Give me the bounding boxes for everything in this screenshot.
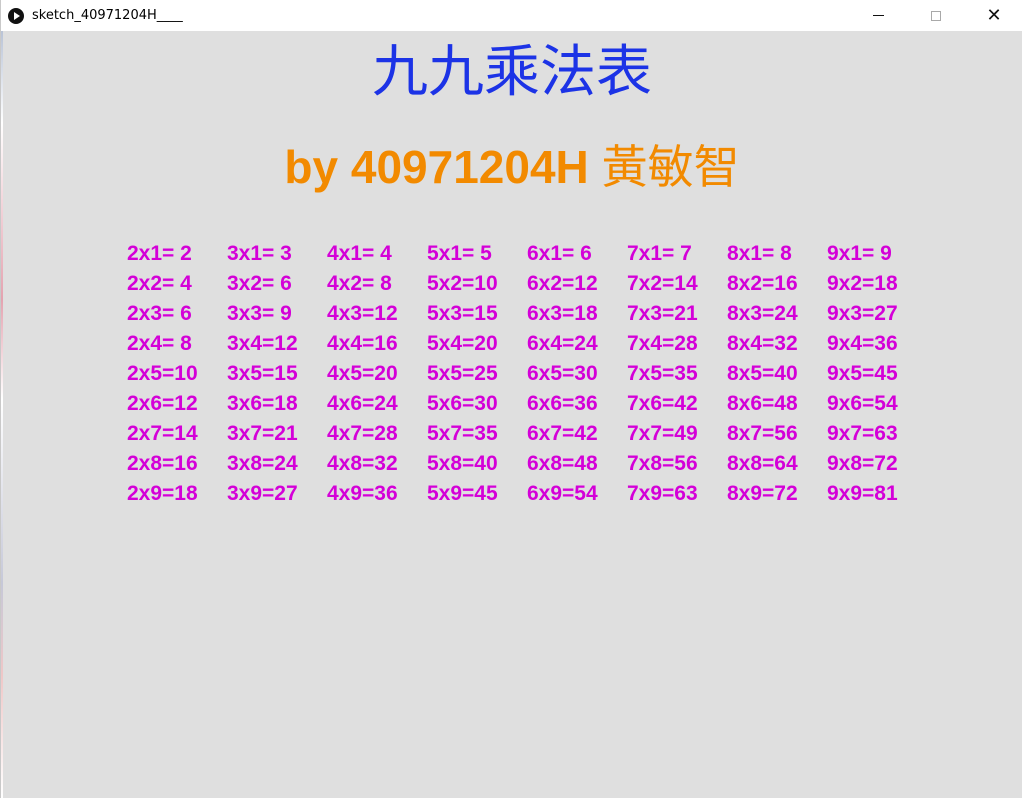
multiplication-entry: 9x5=45 [827, 362, 898, 385]
multiplication-entry: 6x6=36 [527, 392, 598, 415]
multiplication-entry: 2x4= 8 [127, 332, 192, 355]
multiplication-entry: 2x1= 2 [127, 242, 192, 265]
multiplication-entry: 5x6=30 [427, 392, 498, 415]
maximize-button[interactable] [907, 0, 965, 31]
multiplication-table: 2x1= 2 2x2= 4 2x3= 6 2x4= 8 2x5=10 2x6=12 2x7=… [127, 239, 927, 509]
multiplication-entry: 3x8=24 [227, 452, 298, 475]
window-controls: ✕ [849, 0, 1022, 31]
minimize-icon [872, 15, 884, 16]
multiplication-entry: 9x6=54 [827, 392, 898, 415]
multiplication-entry: 6x7=42 [527, 422, 598, 445]
multiplication-entry: 6x1= 6 [527, 242, 592, 265]
multiplication-entry: 8x6=48 [727, 392, 798, 415]
multiplication-entry: 5x7=35 [427, 422, 498, 445]
multiplication-entry: 4x2= 8 [327, 272, 392, 295]
multiplication-entry: 5x8=40 [427, 452, 498, 475]
multiplication-entry: 9x2=18 [827, 272, 898, 295]
multiplication-entry: 3x1= 3 [227, 242, 292, 265]
multiplication-entry: 4x8=32 [327, 452, 398, 475]
minimize-button[interactable] [849, 0, 907, 31]
multiplication-entry: 2x8=16 [127, 452, 198, 475]
multiplication-entry: 9x1= 9 [827, 242, 892, 265]
multiplication-entry: 7x6=42 [627, 392, 698, 415]
multiplication-entry: 3x9=27 [227, 482, 298, 505]
multiplication-entry: 7x9=63 [627, 482, 698, 505]
multiplication-entry: 5x1= 5 [427, 242, 492, 265]
multiplication-table-title: 九九乘法表 [372, 40, 652, 105]
multiplication-entry: 2x9=18 [127, 482, 198, 505]
multiplication-entry: 4x4=16 [327, 332, 398, 355]
multiplication-entry: 7x8=56 [627, 452, 698, 475]
multiplication-entry: 2x6=12 [127, 392, 198, 415]
multiplication-entry: 9x4=36 [827, 332, 898, 355]
window-left-edge [1, 31, 3, 798]
multiplication-entry: 9x3=27 [827, 302, 898, 325]
multiplication-entry: 7x4=28 [627, 332, 698, 355]
multiplication-entry: 5x9=45 [427, 482, 498, 505]
multiplication-entry: 3x5=15 [227, 362, 298, 385]
multiplication-entry: 6x5=30 [527, 362, 598, 385]
app-window: sketch_40971204H____ ✕ 九九乘法表 by 40971204… [0, 0, 1022, 798]
multiplication-entry: 8x5=40 [727, 362, 798, 385]
maximize-icon [931, 10, 941, 21]
multiplication-entry: 5x2=10 [427, 272, 498, 295]
title-bar[interactable]: sketch_40971204H____ ✕ [1, 0, 1022, 31]
multiplication-entry: 8x4=32 [727, 332, 798, 355]
multiplication-entry: 8x2=16 [727, 272, 798, 295]
sketch-canvas: 九九乘法表 by 40971204H 黃敏智 2x1= 2 2x2= 4 2x3= … [1, 31, 1022, 798]
close-icon: ✕ [986, 4, 1002, 26]
multiplication-entry: 8x8=64 [727, 452, 798, 475]
multiplication-entry: 6x3=18 [527, 302, 598, 325]
close-button[interactable]: ✕ [965, 0, 1022, 31]
multiplication-entry: 4x3=12 [327, 302, 398, 325]
multiplication-entry: 3x3= 9 [227, 302, 292, 325]
multiplication-entry: 7x7=49 [627, 422, 698, 445]
multiplication-entry: 2x7=14 [127, 422, 198, 445]
multiplication-entry: 5x4=20 [427, 332, 498, 355]
processing-play-icon [8, 7, 24, 24]
multiplication-entry: 9x7=63 [827, 422, 898, 445]
multiplication-entry: 5x3=15 [427, 302, 498, 325]
multiplication-entry: 6x9=54 [527, 482, 598, 505]
multiplication-entry: 3x7=21 [227, 422, 298, 445]
multiplication-entry: 8x1= 8 [727, 242, 792, 265]
multiplication-entry: 7x3=21 [627, 302, 698, 325]
multiplication-entry: 4x1= 4 [327, 242, 392, 265]
multiplication-entry: 4x6=24 [327, 392, 398, 415]
multiplication-entry: 9x9=81 [827, 482, 898, 505]
multiplication-entry: 7x2=14 [627, 272, 698, 295]
window-title: sketch_40971204H____ [32, 8, 183, 23]
multiplication-entry: 4x9=36 [327, 482, 398, 505]
multiplication-entry: 9x8=72 [827, 452, 898, 475]
multiplication-entry: 8x7=56 [727, 422, 798, 445]
multiplication-entry: 4x7=28 [327, 422, 398, 445]
multiplication-entry: 6x8=48 [527, 452, 598, 475]
author-name: 黃敏智 [601, 140, 740, 194]
author-id: by 40971204H [284, 141, 589, 193]
multiplication-entry: 3x6=18 [227, 392, 298, 415]
multiplication-entry: 8x9=72 [727, 482, 798, 505]
multiplication-entry: 2x2= 4 [127, 272, 192, 295]
author-subtitle: by 40971204H 黃敏智 [1, 135, 1022, 199]
multiplication-entry: 5x5=25 [427, 362, 498, 385]
multiplication-entry: 3x2= 6 [227, 272, 292, 295]
multiplication-entry: 2x5=10 [127, 362, 198, 385]
multiplication-entry: 7x5=35 [627, 362, 698, 385]
multiplication-entry: 4x5=20 [327, 362, 398, 385]
multiplication-entry: 2x3= 6 [127, 302, 192, 325]
multiplication-entry: 7x1= 7 [627, 242, 692, 265]
multiplication-entry: 6x2=12 [527, 272, 598, 295]
multiplication-entry: 8x3=24 [727, 302, 798, 325]
multiplication-entry: 6x4=24 [527, 332, 598, 355]
multiplication-entry: 3x4=12 [227, 332, 298, 355]
